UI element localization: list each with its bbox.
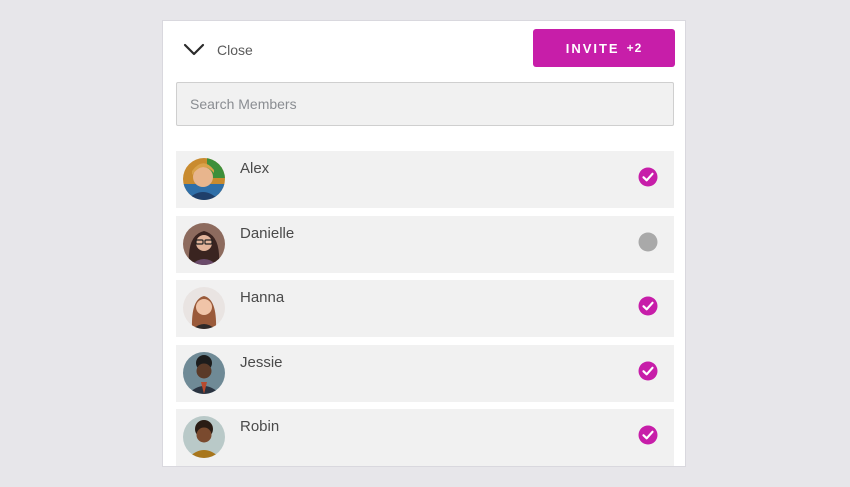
avatar [183, 223, 225, 265]
member-name: Jessie [240, 354, 283, 371]
avatar [183, 287, 225, 329]
checkmark-circle-icon [638, 425, 658, 445]
member-status[interactable] [638, 361, 658, 381]
member-row-robin[interactable]: Robin [176, 409, 674, 466]
avatar [183, 352, 225, 394]
member-name: Hanna [240, 289, 285, 306]
member-name: Robin [240, 418, 280, 435]
checkmark-circle-icon [638, 361, 658, 381]
member-row-hanna[interactable]: Hanna [176, 280, 674, 337]
chevron-down-icon [183, 43, 205, 56]
member-status[interactable] [638, 167, 658, 187]
member-name: Danielle [240, 225, 295, 242]
invite-button[interactable]: INVITE +2 [533, 29, 675, 67]
invite-members-panel: Close INVITE +2 Alex [162, 20, 686, 467]
panel-header: Close INVITE +2 [163, 21, 685, 79]
checkmark-circle-icon [638, 296, 658, 316]
member-row-alex[interactable]: Alex [176, 151, 674, 208]
close-button[interactable]: Close [183, 37, 253, 63]
invite-count: +2 [626, 41, 643, 55]
member-status[interactable] [638, 425, 658, 445]
unselected-circle-icon [638, 232, 658, 252]
member-row-danielle[interactable]: Danielle [176, 216, 674, 273]
member-status[interactable] [638, 232, 658, 252]
checkmark-circle-icon [638, 167, 658, 187]
close-label: Close [217, 42, 253, 58]
member-status[interactable] [638, 296, 658, 316]
avatar [183, 158, 225, 200]
invite-label: INVITE [565, 40, 620, 56]
member-row-jessie[interactable]: Jessie [176, 345, 674, 402]
avatar [183, 416, 225, 458]
member-name: Alex [240, 160, 270, 177]
search-field[interactable] [176, 82, 674, 126]
search-input[interactable] [177, 83, 673, 125]
